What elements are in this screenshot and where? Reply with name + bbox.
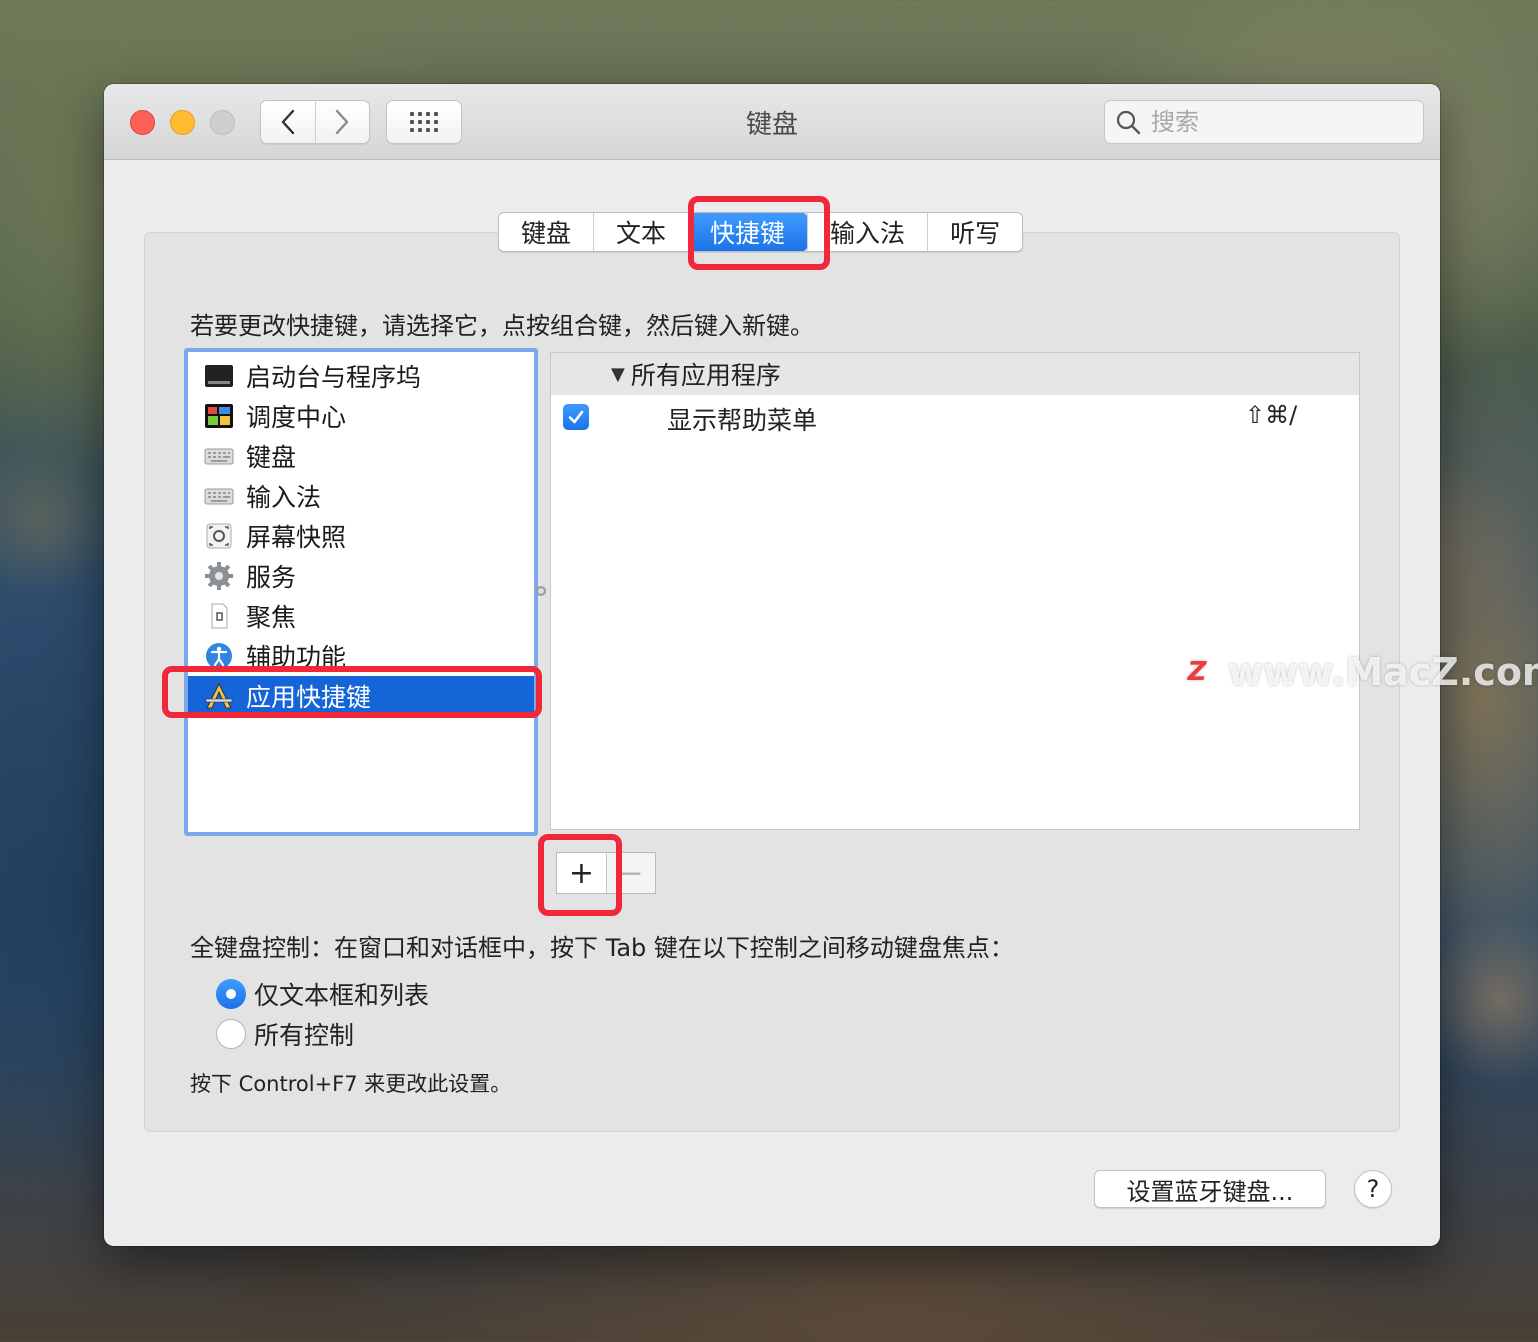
category-item-input-sources[interactable]: 输入法: [188, 476, 534, 516]
search-icon: [1116, 110, 1141, 135]
radio-button[interactable]: [216, 1019, 246, 1049]
category-label: 键盘: [246, 443, 297, 472]
mission-control-icon: [204, 402, 234, 430]
category-item-spotlight[interactable]: 聚焦: [188, 596, 534, 636]
shortcut-table[interactable]: ▼ 所有应用程序 显示帮助菜单 ⇧⌘/: [550, 352, 1360, 830]
split-view-handle[interactable]: [536, 586, 546, 596]
instruction-text: 若要更改快捷键，请选择它，点按组合键，然后键入新键。: [190, 312, 814, 340]
category-item-accessibility[interactable]: 辅助功能: [188, 636, 534, 676]
help-button[interactable]: ?: [1354, 1170, 1392, 1208]
shortcut-keys[interactable]: ⇧⌘/: [1245, 401, 1297, 429]
search-input[interactable]: [1151, 108, 1411, 136]
category-label: 聚焦: [246, 603, 297, 632]
gear-icon: [204, 562, 234, 590]
category-label: 调度中心: [246, 403, 347, 432]
disclosure-triangle-icon[interactable]: ▼: [611, 364, 625, 385]
shortcut-row[interactable]: 显示帮助菜单 ⇧⌘/: [551, 395, 1359, 439]
radio-button[interactable]: [216, 979, 246, 1009]
shortcut-category-list[interactable]: 启动台与程序坞 调度中心 键盘 输入法 屏幕快照 服务 聚焦 辅助功能 应用快捷…: [184, 348, 538, 836]
app-shortcuts-icon: [204, 682, 234, 710]
launchpad-dock-icon: [204, 362, 234, 390]
category-label: 应用快捷键: [246, 683, 372, 712]
tab-shortcuts[interactable]: 快捷键: [688, 213, 808, 251]
tab-dictation[interactable]: 听写: [927, 213, 1022, 251]
remove-shortcut-button[interactable]: −: [605, 853, 655, 893]
category-item-screenshots[interactable]: 屏幕快照: [188, 516, 534, 556]
category-item-app-shortcuts[interactable]: 应用快捷键: [188, 676, 534, 716]
category-item-launchpad-dock[interactable]: 启动台与程序坞: [188, 356, 534, 396]
tab-input-sources[interactable]: 输入法: [807, 213, 927, 251]
radio-option-text-boxes-lists[interactable]: 仅文本框和列表: [216, 976, 429, 1012]
title-bar: 键盘: [104, 84, 1440, 160]
tab-keyboard[interactable]: 键盘: [499, 213, 593, 251]
keyboard-icon: [204, 442, 234, 470]
radio-label: 所有控制: [254, 1021, 355, 1050]
checkmark-icon: [568, 410, 584, 424]
category-label: 辅助功能: [246, 643, 347, 672]
add-remove-buttons: + −: [556, 852, 656, 894]
macz-logo-icon: Z: [1178, 653, 1216, 691]
category-item-keyboard[interactable]: 键盘: [188, 436, 534, 476]
shortcut-enabled-checkbox[interactable]: [563, 404, 589, 430]
category-label: 输入法: [246, 483, 322, 512]
control-f7-hint: 按下 Control+F7 来更改此设置。: [190, 1072, 512, 1096]
spotlight-icon: [204, 602, 234, 630]
shortcut-group-label: 所有应用程序: [630, 361, 781, 390]
category-label: 启动台与程序坞: [246, 363, 422, 392]
watermark-text: www.MacZ.com: [1228, 650, 1538, 694]
category-item-services[interactable]: 服务: [188, 556, 534, 596]
tab-text[interactable]: 文本: [593, 213, 688, 251]
accessibility-icon: [204, 642, 234, 670]
input-method-icon: [204, 482, 234, 510]
shortcut-group-row[interactable]: ▼ 所有应用程序: [551, 353, 1359, 395]
radio-option-all-controls[interactable]: 所有控制: [216, 1016, 354, 1052]
radio-label: 仅文本框和列表: [254, 981, 430, 1010]
category-label: 屏幕快照: [246, 523, 347, 552]
category-item-mission-control[interactable]: 调度中心: [188, 396, 534, 436]
screenshot-icon: [204, 522, 234, 550]
full-keyboard-access-label: 全键盘控制：在窗口和对话框中，按下 Tab 键在以下控制之间移动键盘焦点：: [190, 934, 1014, 962]
add-shortcut-button[interactable]: +: [557, 853, 606, 893]
search-field[interactable]: [1104, 100, 1424, 144]
category-label: 服务: [246, 563, 297, 592]
setup-bluetooth-keyboard-button[interactable]: 设置蓝牙键盘...: [1094, 1170, 1326, 1208]
shortcut-name: 显示帮助菜单: [667, 406, 818, 435]
tab-bar: 键盘 文本 快捷键 输入法 听写: [498, 212, 1024, 252]
watermark: Z www.MacZ.com: [1178, 650, 1538, 694]
